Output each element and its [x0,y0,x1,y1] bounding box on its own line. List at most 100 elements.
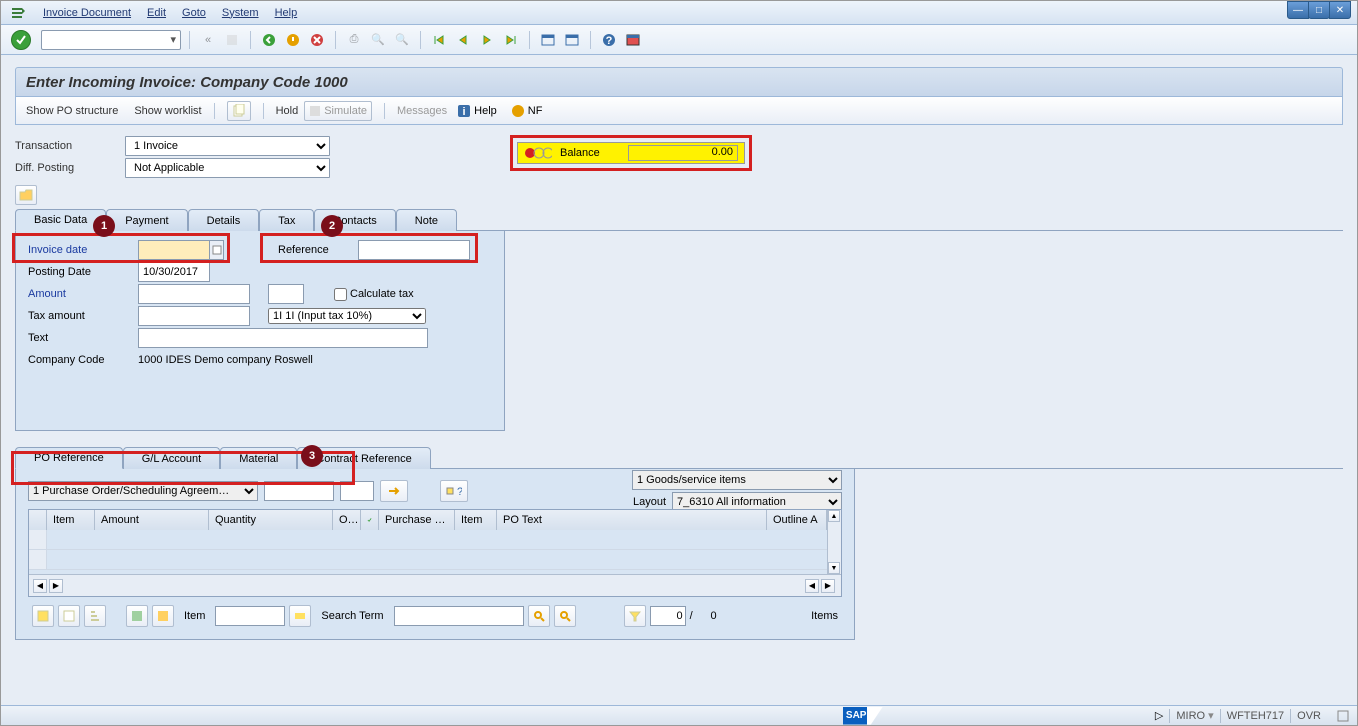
last-page-icon[interactable] [501,30,521,50]
text-input[interactable] [138,328,428,348]
enter-button[interactable] [11,30,31,50]
hold-button[interactable]: Hold [276,105,299,117]
tax-code-select[interactable]: 1I 1I (Input tax 10%) [268,308,426,324]
layout-icon[interactable] [623,30,643,50]
calculate-tax-label: Calculate tax [350,288,414,300]
status-tcode[interactable]: MIRO [1176,709,1213,722]
show-po-structure[interactable]: Show PO structure [26,105,118,117]
tab-note[interactable]: Note [396,209,457,231]
status-mode: OVR [1297,710,1321,722]
grid-col-outline[interactable]: Outline A [767,510,827,530]
menu-edit[interactable]: Edit [139,7,174,19]
svg-text:i: i [463,106,466,118]
status-menu-icon[interactable] [1337,710,1349,722]
new-session-icon[interactable] [538,30,558,50]
next-page-icon[interactable] [477,30,497,50]
select-all-button[interactable] [32,605,54,627]
command-field[interactable] [41,30,181,50]
calculate-tax-checkbox[interactable] [334,288,347,301]
grid-nav-left[interactable]: ◀ [33,579,47,593]
grid-col-selector[interactable] [29,510,47,530]
table-row[interactable] [29,530,841,550]
menu-goto[interactable]: Goto [174,7,214,19]
grid-col-purchase[interactable]: Purchase … [379,510,455,530]
app-menu-icon[interactable] [9,5,25,21]
header-toggle-icon[interactable] [15,185,37,205]
reference-input[interactable] [358,240,470,260]
first-page-icon[interactable] [429,30,449,50]
tab-gl-account[interactable]: G/L Account [123,447,221,469]
traffic-light-icon [524,147,552,159]
sort-asc-button[interactable] [84,605,106,627]
more-allocation-button[interactable]: ? [440,480,468,502]
tab-po-reference[interactable]: PO Reference [15,447,123,469]
amount-input[interactable] [138,284,250,304]
window-maximize[interactable]: □ [1308,1,1330,19]
insert-row-button[interactable] [126,605,148,627]
menu-system[interactable]: System [214,7,267,19]
search-term-input[interactable] [394,606,524,626]
grid-col-amount[interactable]: Amount [95,510,209,530]
balance-highlight: Balance 0.00 [510,135,752,171]
window-close[interactable]: ✕ [1329,1,1351,19]
position-current[interactable] [650,606,686,626]
search-button[interactable] [528,605,550,627]
po-number-input[interactable] [264,481,334,501]
back-icon[interactable]: « [198,30,218,50]
tax-amount-input[interactable] [138,306,250,326]
grid-col-quantity[interactable]: Quantity [209,510,333,530]
window-minimize[interactable]: — [1287,1,1309,19]
grid-col-item[interactable]: Item [47,510,95,530]
display-item-button[interactable] [289,605,311,627]
tab-details[interactable]: Details [188,209,260,231]
item-nav-input[interactable] [215,606,285,626]
ref-category-select[interactable]: 1 Purchase Order/Scheduling Agreem… [28,481,258,501]
grid-col-ok[interactable] [361,510,379,530]
grid-col-po-text[interactable]: PO Text [497,510,767,530]
grid-col-po-item[interactable]: Item [455,510,497,530]
grid-nav-right2[interactable]: ▶ [821,579,835,593]
grid-nav-right[interactable]: ▶ [49,579,63,593]
invoice-date-input[interactable] [138,240,210,260]
grid-col-o[interactable]: O… [333,510,361,530]
posting-date-input[interactable] [138,262,210,282]
svg-text:?: ? [457,486,462,497]
tab-tax[interactable]: Tax [259,209,314,231]
date-picker-icon[interactable] [210,240,224,260]
item-tabstrip: PO Reference G/L Account Material Contra… [15,447,1343,469]
menu-invoice-document[interactable]: Invoice Document [35,7,139,19]
scroll-down-icon[interactable]: ▼ [828,562,840,574]
delete-row-button[interactable] [152,605,174,627]
po-item-input[interactable] [340,481,374,501]
callout-1: 1 [93,215,115,237]
tab-payment[interactable]: Payment [106,209,187,231]
other-invoice-button[interactable] [227,101,251,121]
prev-page-icon[interactable] [453,30,473,50]
cancel-button[interactable] [307,30,327,50]
shortcut-icon[interactable] [562,30,582,50]
items-count-label: Items [811,610,838,622]
help-icon[interactable]: ? [599,30,619,50]
grid-nav-left2[interactable]: ◀ [805,579,819,593]
deselect-all-button[interactable] [58,605,80,627]
diff-posting-select[interactable]: Not Applicable [125,158,330,178]
menu-help[interactable]: Help [267,7,306,19]
status-bar: SAP ▷ MIRO WFTEH717 OVR [1,705,1357,725]
transaction-select[interactable]: 1 Invoice [125,136,330,156]
find-next-icon: 🔍 [392,30,412,50]
goods-items-select[interactable]: 1 Goods/service items [632,470,842,490]
nf-button[interactable]: NF [507,101,547,121]
tab-material[interactable]: Material [220,447,297,469]
search-next-button[interactable] [554,605,576,627]
table-row[interactable] [29,550,841,570]
filter-button[interactable] [624,605,646,627]
exit-button[interactable] [283,30,303,50]
scroll-up-icon[interactable]: ▲ [828,510,840,522]
show-worklist[interactable]: Show worklist [134,105,201,117]
back-button[interactable] [259,30,279,50]
currency-input[interactable] [268,284,304,304]
status-expand-icon[interactable]: ▷ [1155,709,1163,722]
help-button[interactable]: iHelp [453,101,501,121]
company-code-value: 1000 IDES Demo company Roswell [138,354,313,366]
adopt-button[interactable] [380,480,408,502]
